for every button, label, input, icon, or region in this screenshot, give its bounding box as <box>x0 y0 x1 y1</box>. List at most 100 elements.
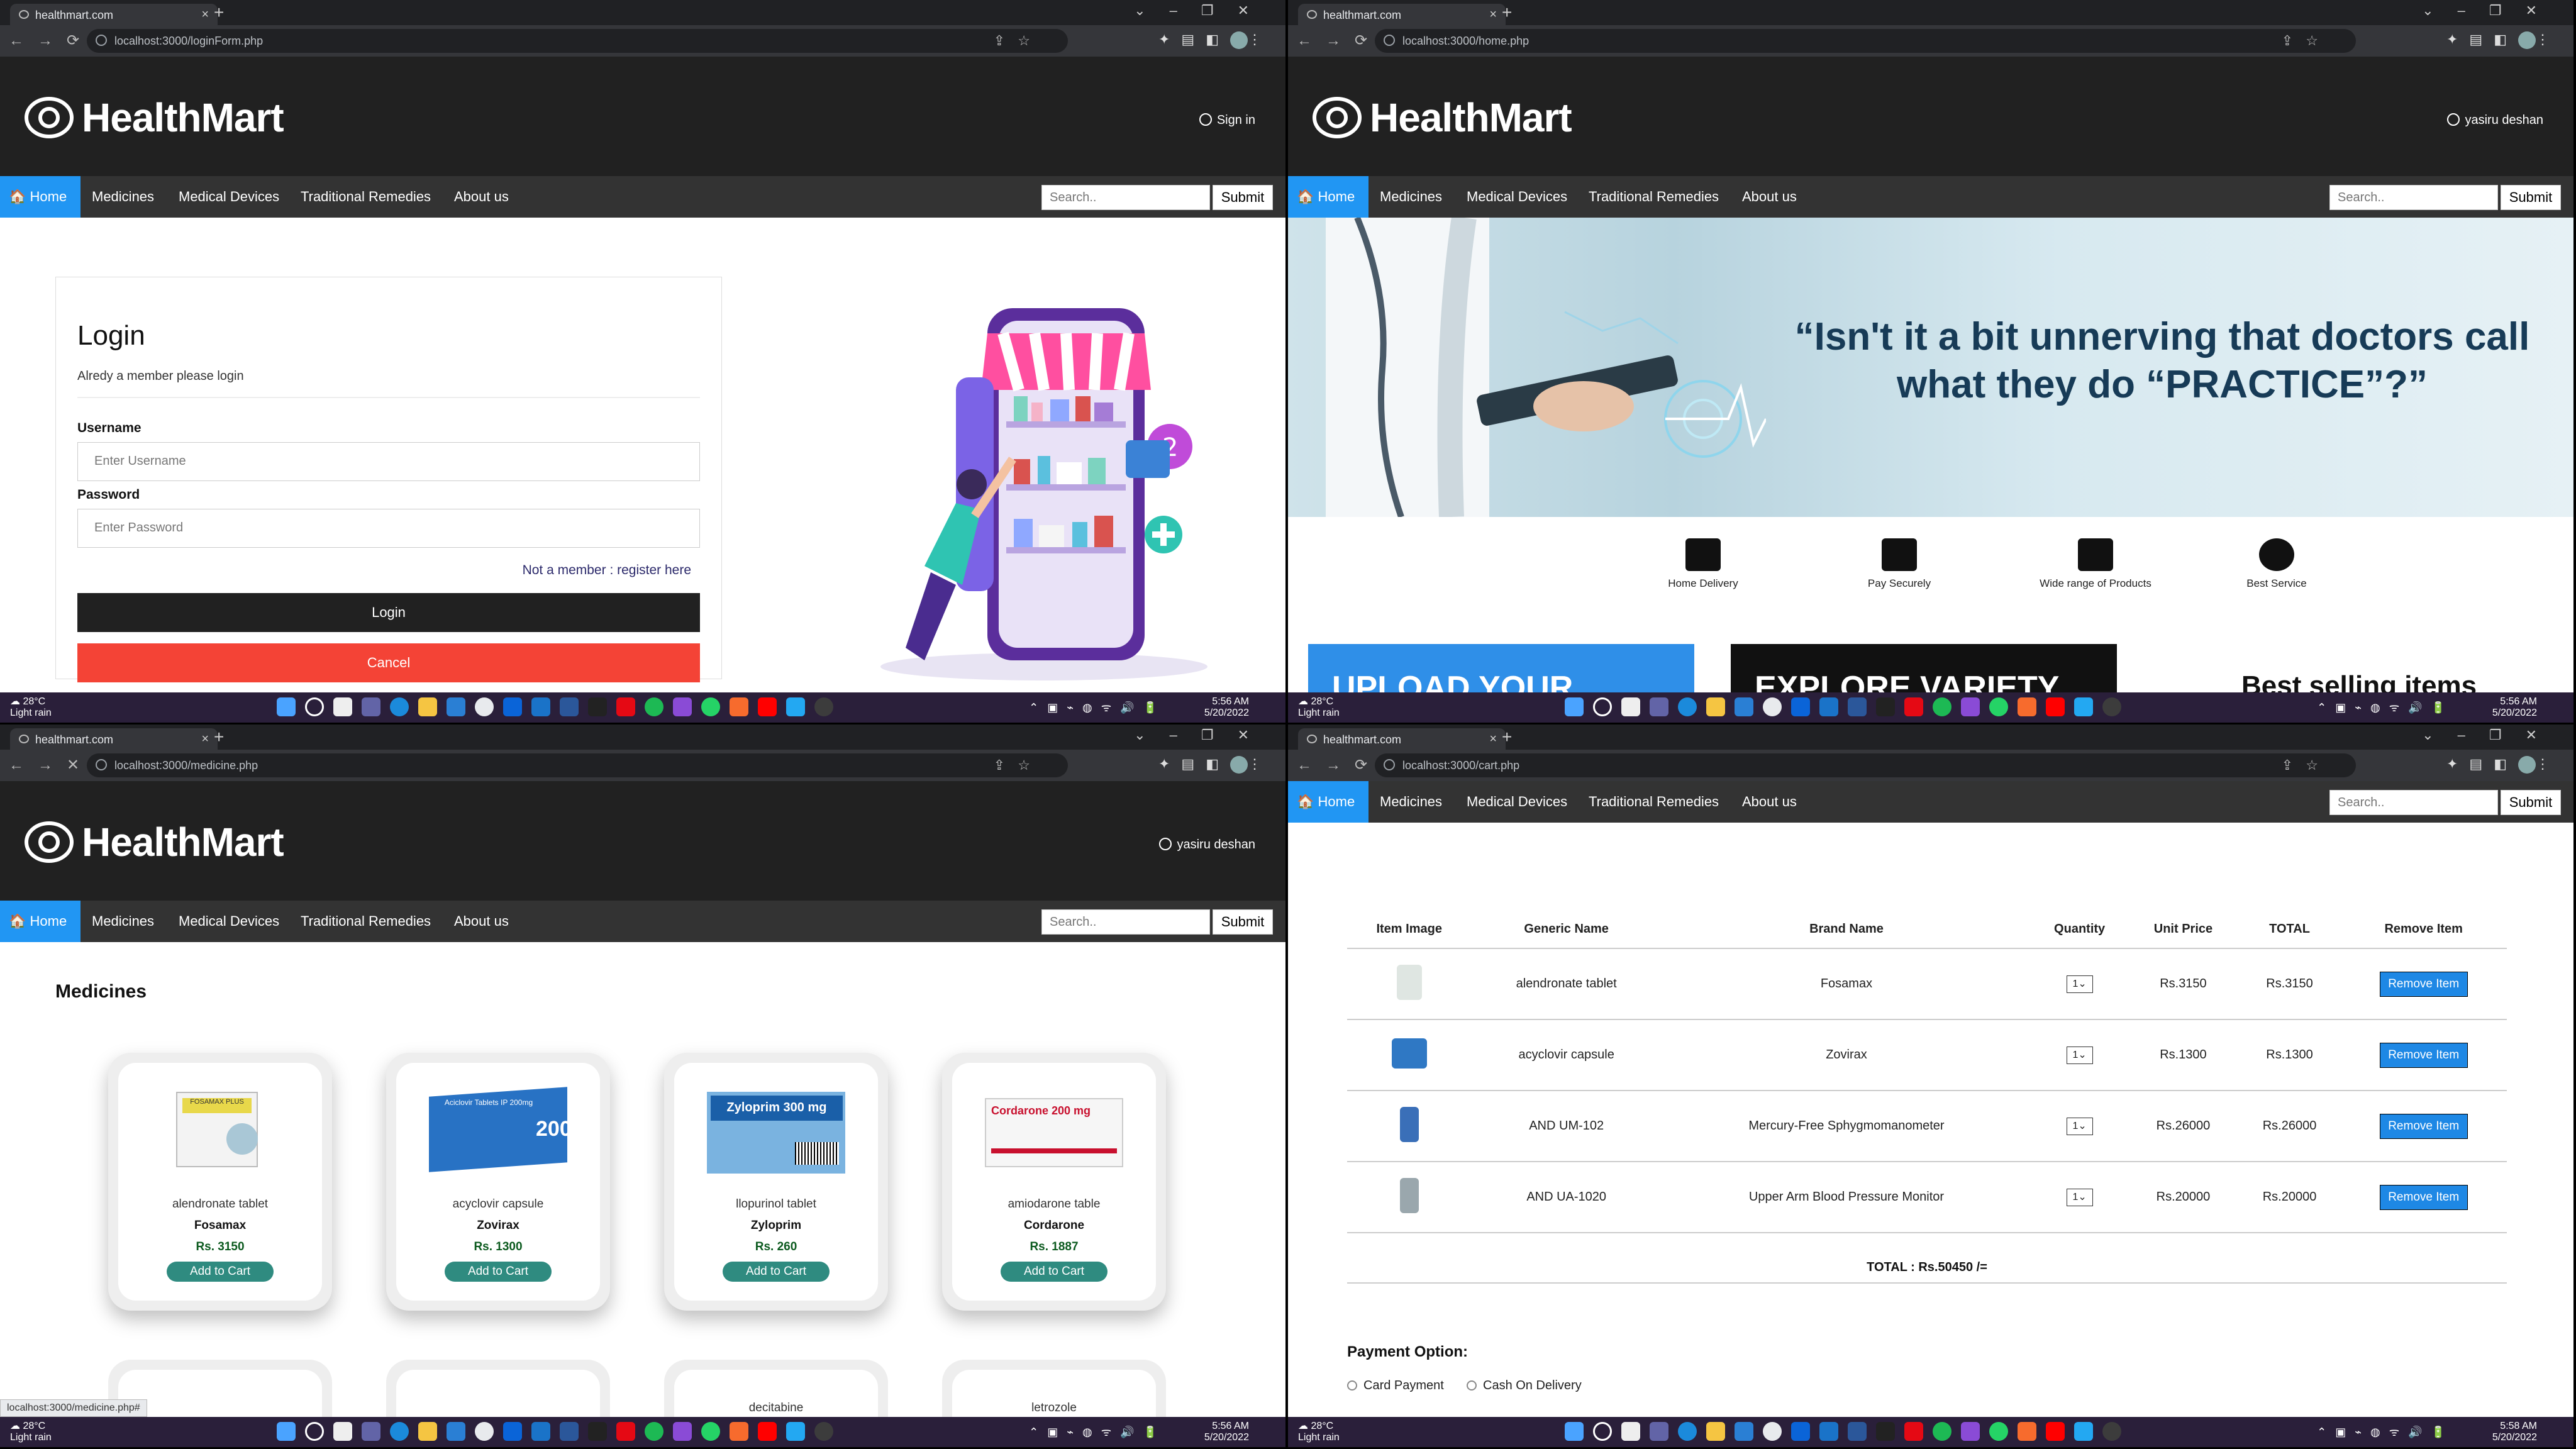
whatsapp-icon[interactable] <box>701 1422 720 1441</box>
netflix-icon[interactable] <box>1904 1422 1923 1441</box>
taskview-icon[interactable] <box>1621 1422 1640 1441</box>
teams-icon[interactable] <box>1650 697 1668 716</box>
share-icon[interactable]: ⇪ <box>994 33 1005 49</box>
cash-on-delivery-radio[interactable]: Cash On Delivery <box>1467 1379 1582 1393</box>
youtube-icon[interactable] <box>758 1422 777 1441</box>
star-icon[interactable]: ☆ <box>1018 757 1030 774</box>
word-icon[interactable] <box>1848 1422 1867 1441</box>
cancel-button[interactable]: Cancel <box>77 643 700 682</box>
search-icon[interactable] <box>1593 1422 1612 1441</box>
share-icon[interactable]: ⇪ <box>2282 33 2293 49</box>
xampp-icon[interactable] <box>2018 1422 2036 1441</box>
edge-icon[interactable] <box>1678 697 1697 716</box>
nav-home[interactable]: 🏠 Home <box>0 176 81 218</box>
weather-widget[interactable]: ☁ 28°C Light rain <box>1298 696 1340 719</box>
star-icon[interactable]: ☆ <box>2306 33 2318 49</box>
explorer-icon[interactable] <box>418 697 437 716</box>
remove-item-button[interactable]: Remove Item <box>2379 1184 2468 1210</box>
card-payment-radio[interactable]: Card Payment <box>1347 1379 1444 1393</box>
edge-icon[interactable] <box>390 1422 409 1441</box>
taskbar-apps[interactable] <box>277 697 833 716</box>
start-icon[interactable] <box>277 697 296 716</box>
nav-medical-devices[interactable]: Medical Devices <box>1453 176 1581 218</box>
clock[interactable]: 5:56 AM 5/20/2022 <box>1204 1421 1249 1443</box>
word-icon[interactable] <box>1848 697 1867 716</box>
window-controls[interactable]: ⌄–❐✕ <box>1134 727 1273 743</box>
start-icon[interactable] <box>1565 697 1584 716</box>
chrome-icon[interactable] <box>475 697 494 716</box>
nav-medical-devices[interactable]: Medical Devices <box>165 176 293 218</box>
search-icon[interactable] <box>305 697 324 716</box>
quantity-select[interactable]: 1⌄ <box>2066 1188 2093 1206</box>
nav-medicines[interactable]: Medicines <box>1366 176 1456 218</box>
nav-medicines[interactable]: Medicines <box>78 176 168 218</box>
nav-about-us[interactable]: About us <box>1728 781 1811 823</box>
notion-icon[interactable] <box>1876 1422 1895 1441</box>
search-input[interactable]: Search.. <box>2329 790 2498 815</box>
taskview-icon[interactable] <box>333 697 352 716</box>
netflix-icon[interactable] <box>616 697 635 716</box>
store-icon[interactable] <box>503 1422 522 1441</box>
mail-icon[interactable] <box>1735 1422 1753 1441</box>
nav-home[interactable]: 🏠 Home <box>1288 176 1369 218</box>
close-tab-icon[interactable]: × <box>1489 732 1497 747</box>
quantity-select[interactable]: 1⌄ <box>2066 1046 2093 1064</box>
logo[interactable]: HealthMart <box>24 95 284 140</box>
remove-item-button[interactable]: Remove Item <box>2379 1042 2468 1068</box>
whatsapp-icon[interactable] <box>1989 697 2008 716</box>
share-icon[interactable]: ⇪ <box>2282 757 2293 774</box>
new-tab-button[interactable]: + <box>1502 727 1512 747</box>
browser-tab[interactable]: healthmart.com × <box>1298 728 1506 750</box>
nav-home[interactable]: 🏠 Home <box>1288 781 1369 823</box>
spotify-icon[interactable] <box>1933 697 1951 716</box>
extensions-icon[interactable]: ✦▤◧ ⋮ <box>1158 31 1273 50</box>
weather-widget[interactable]: ☁ 28°C Light rain <box>1298 1421 1340 1443</box>
nav-traditional-remedies[interactable]: Traditional Remedies <box>287 176 445 218</box>
xampp-icon[interactable] <box>730 697 748 716</box>
url-input[interactable]: localhost:3000/loginForm.php ⇪ ☆ <box>87 29 1068 53</box>
window-controls[interactable]: ⌄–❐✕ <box>1134 3 1273 19</box>
star-icon[interactable]: ☆ <box>1018 33 1030 49</box>
remove-item-button[interactable]: Remove Item <box>2379 1113 2468 1139</box>
quantity-select[interactable]: 1⌄ <box>2066 975 2093 993</box>
taskbar-apps[interactable] <box>1565 697 2121 716</box>
notion-icon[interactable] <box>1876 697 1895 716</box>
taskbar-apps[interactable] <box>277 1422 833 1441</box>
taskview-icon[interactable] <box>1621 697 1640 716</box>
remove-item-button[interactable]: Remove Item <box>2379 971 2468 997</box>
register-link[interactable]: Not a member : register here <box>523 563 691 578</box>
visualstudio-icon[interactable] <box>673 1422 692 1441</box>
store-icon[interactable] <box>1791 1422 1810 1441</box>
explorer-icon[interactable] <box>1706 1422 1725 1441</box>
add-to-cart-button[interactable]: Add to Cart <box>1001 1262 1108 1282</box>
nav-about-us[interactable]: About us <box>440 901 523 942</box>
chrome-icon[interactable] <box>1763 1422 1782 1441</box>
extensions-icon[interactable]: ✦▤◧ ⋮ <box>2446 31 2561 50</box>
nav-arrows-icon[interactable]: ←→⟳ <box>1297 31 1381 50</box>
nav-medicines[interactable]: Medicines <box>78 901 168 942</box>
submit-button[interactable]: Submit <box>1213 185 1273 210</box>
clock[interactable]: 5:58 AM 5/20/2022 <box>2492 1421 2537 1443</box>
vscode-icon[interactable] <box>2074 697 2093 716</box>
system-tray[interactable]: ⌃▣⌁◍ᯤ🔊🔋 <box>1029 1424 1166 1440</box>
youtube-icon[interactable] <box>2046 1422 2065 1441</box>
nav-home[interactable]: 🏠 Home <box>0 901 81 942</box>
user-menu[interactable]: yasiru deshan <box>1159 838 1255 852</box>
mail-icon[interactable] <box>447 697 465 716</box>
extensions-icon[interactable]: ✦▤◧ ⋮ <box>1158 756 1273 774</box>
notion-icon[interactable] <box>588 697 607 716</box>
extensions-icon[interactable]: ✦▤◧ ⋮ <box>2446 756 2561 774</box>
start-icon[interactable] <box>277 1422 296 1441</box>
app-icon[interactable] <box>1819 697 1838 716</box>
username-input[interactable]: Enter Username <box>77 442 700 481</box>
nav-traditional-remedies[interactable]: Traditional Remedies <box>1575 781 1733 823</box>
profile-avatar[interactable] <box>2518 31 2536 50</box>
nav-medical-devices[interactable]: Medical Devices <box>1453 781 1581 823</box>
xampp-icon[interactable] <box>730 1422 748 1441</box>
notion-icon[interactable] <box>588 1422 607 1441</box>
window-controls[interactable]: ⌄–❐✕ <box>2422 3 2561 19</box>
star-icon[interactable]: ☆ <box>2306 757 2318 774</box>
vscode-icon[interactable] <box>786 1422 805 1441</box>
explorer-icon[interactable] <box>418 1422 437 1441</box>
nav-arrows-icon[interactable]: ←→✕ <box>9 756 93 774</box>
